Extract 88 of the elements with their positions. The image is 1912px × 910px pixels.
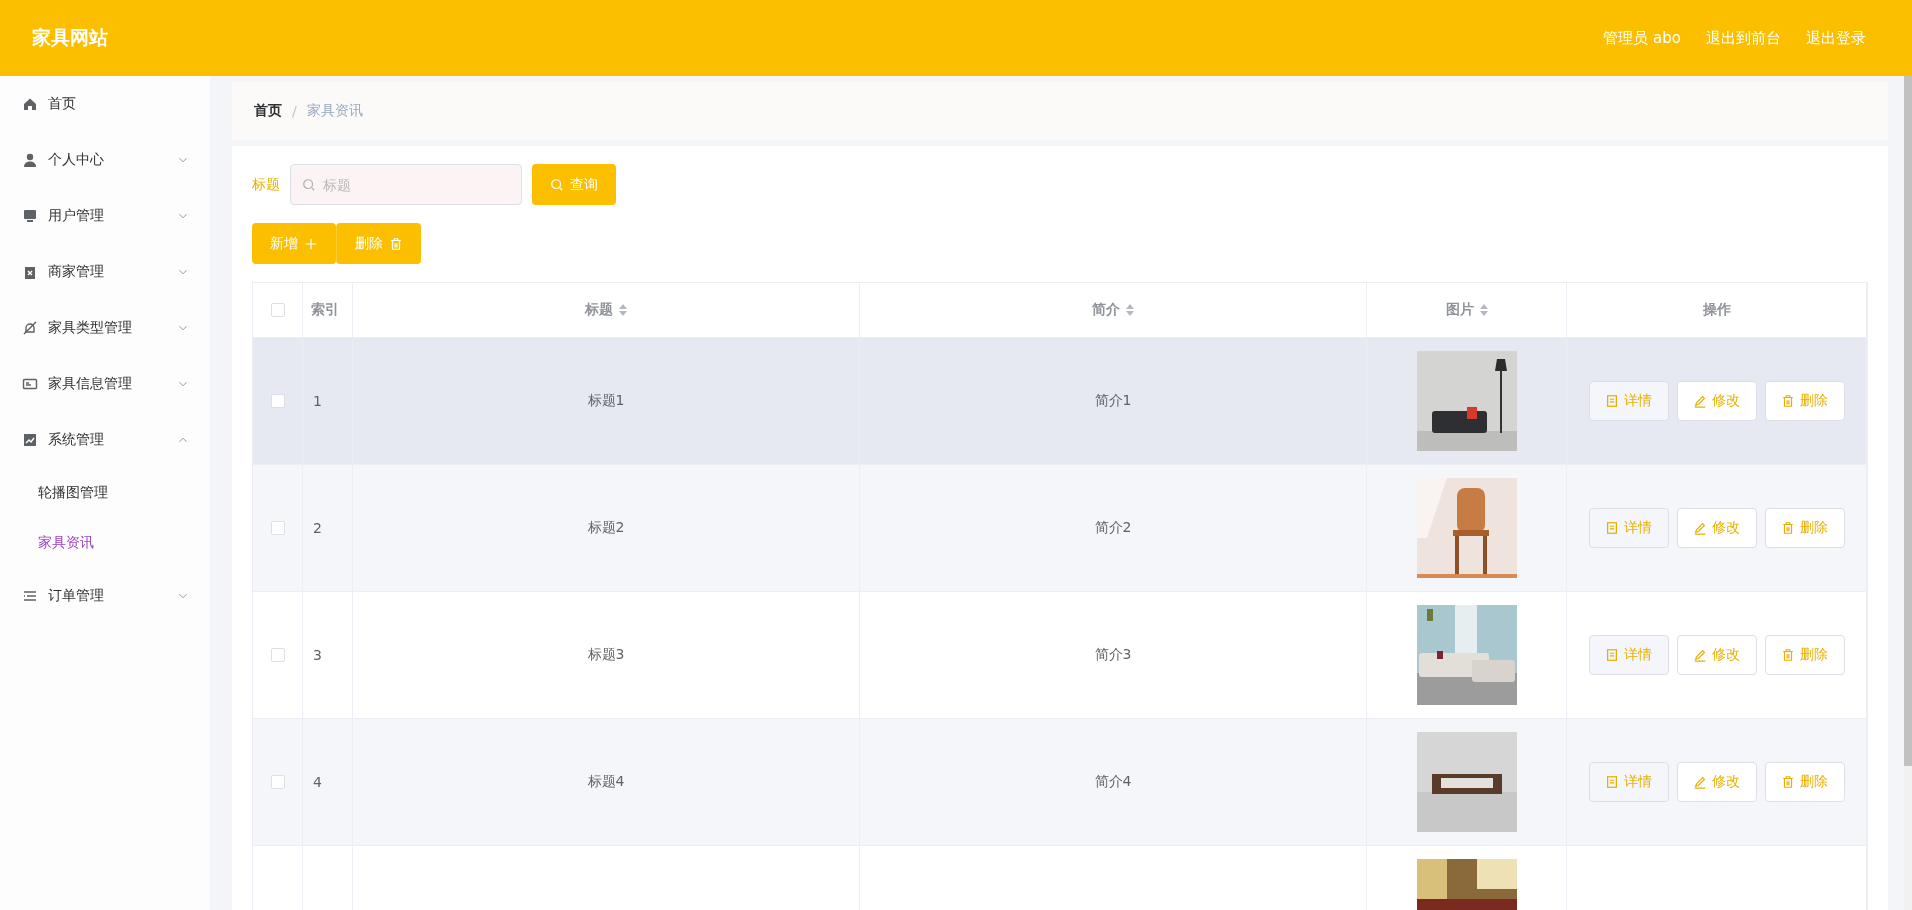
submenu-item[interactable]: 轮播图管理 bbox=[0, 468, 210, 518]
bell-off-icon bbox=[22, 320, 38, 336]
home-icon bbox=[22, 96, 38, 112]
pencil-icon bbox=[1693, 648, 1707, 662]
column-title: 索引 bbox=[311, 301, 339, 319]
header-link[interactable]: 退出到前台 bbox=[1706, 28, 1781, 48]
menu-item[interactable]: 家具信息管理 bbox=[0, 356, 210, 412]
menu-item[interactable]: 家具类型管理 bbox=[0, 300, 210, 356]
search-icon bbox=[550, 177, 564, 192]
delete-button[interactable]: 删除 bbox=[336, 223, 421, 264]
site-title: 家具网站 bbox=[32, 25, 108, 50]
table-row[interactable]: 3 标题3 简介3 详情 修改 删除 bbox=[253, 592, 1867, 719]
table-row[interactable]: 1 标题1 简介1 详情 修改 删除 bbox=[253, 338, 1867, 465]
row-checkbox[interactable] bbox=[270, 775, 285, 789]
menu-item[interactable]: 订单管理 bbox=[0, 568, 210, 624]
title-cell: 标题4 bbox=[587, 773, 625, 791]
trash-icon bbox=[1781, 521, 1795, 535]
trash-icon bbox=[1781, 775, 1795, 789]
monitor-icon bbox=[22, 208, 38, 224]
sort-icon[interactable] bbox=[1479, 304, 1488, 316]
breadcrumb-link[interactable]: 首页 bbox=[254, 102, 282, 120]
pencil-icon bbox=[1693, 775, 1707, 789]
search-label: 标题 bbox=[252, 175, 280, 194]
query-button[interactable]: 查询 bbox=[532, 164, 616, 205]
intro-cell: 简介1 bbox=[1094, 392, 1132, 410]
table-row[interactable]: 4 标题4 简介4 详情 修改 删除 bbox=[253, 719, 1867, 846]
document-icon bbox=[1605, 394, 1619, 408]
menu-item[interactable]: 商家管理 bbox=[0, 244, 210, 300]
row-checkbox[interactable] bbox=[270, 394, 285, 408]
title-cell: 标题2 bbox=[587, 519, 625, 537]
document-icon bbox=[1605, 521, 1619, 535]
row-checkbox[interactable] bbox=[270, 521, 285, 535]
header-link[interactable]: 退出登录 bbox=[1806, 28, 1866, 48]
edit-button[interactable]: 修改 bbox=[1676, 635, 1757, 675]
id-card-icon bbox=[22, 376, 38, 392]
column-title: 图片 bbox=[1445, 301, 1474, 319]
user-icon bbox=[22, 152, 38, 168]
index-cell: 4 bbox=[313, 774, 322, 790]
list-icon bbox=[22, 588, 38, 604]
title-cell: 标题3 bbox=[587, 646, 625, 664]
search-field[interactable]: 标题 bbox=[290, 164, 522, 205]
edit-button[interactable]: 修改 bbox=[1676, 508, 1757, 548]
details-button[interactable]: 详情 bbox=[1588, 508, 1669, 548]
chart-icon bbox=[22, 432, 38, 448]
index-cell: 2 bbox=[313, 520, 322, 536]
trash-icon bbox=[1781, 648, 1795, 662]
sort-icon[interactable] bbox=[619, 304, 627, 316]
details-button[interactable]: 详情 bbox=[1588, 635, 1669, 675]
trash-icon bbox=[1781, 394, 1795, 408]
clipboard-icon bbox=[22, 264, 38, 280]
pencil-icon bbox=[1693, 521, 1707, 535]
intro-cell: 简介3 bbox=[1094, 646, 1132, 664]
submenu-item[interactable]: 家具资讯 bbox=[0, 518, 210, 568]
title-cell: 标题1 bbox=[587, 392, 625, 410]
intro-cell: 简介2 bbox=[1094, 519, 1132, 537]
row-checkbox[interactable] bbox=[270, 648, 285, 662]
add-button[interactable]: 新增 bbox=[252, 223, 336, 264]
document-icon bbox=[1605, 648, 1619, 662]
header-link[interactable]: 管理员 abo bbox=[1603, 28, 1681, 48]
document-icon bbox=[1605, 775, 1619, 789]
breadcrumb-link[interactable]: 家具资讯 bbox=[306, 102, 363, 120]
delete-button[interactable]: 删除 bbox=[1764, 508, 1845, 548]
menu-item[interactable]: 个人中心 bbox=[0, 132, 210, 188]
trash-icon bbox=[389, 236, 403, 251]
search-icon bbox=[302, 178, 316, 192]
edit-button[interactable]: 修改 bbox=[1676, 381, 1757, 421]
edit-button[interactable]: 修改 bbox=[1676, 762, 1757, 802]
select-all-checkbox[interactable] bbox=[270, 303, 285, 317]
table-row[interactable]: 2 标题2 简介2 详情 修改 删除 bbox=[253, 465, 1867, 592]
plus-icon bbox=[304, 236, 318, 251]
breadcrumb-separator: / bbox=[292, 103, 297, 119]
details-button[interactable]: 详情 bbox=[1588, 762, 1669, 802]
delete-button[interactable]: 删除 bbox=[1764, 635, 1845, 675]
details-button[interactable]: 详情 bbox=[1588, 381, 1669, 421]
scrollbar[interactable] bbox=[1904, 76, 1912, 910]
menu-item[interactable]: 首页 bbox=[0, 76, 210, 132]
index-cell: 3 bbox=[313, 647, 322, 663]
column-title: 操作 bbox=[1702, 301, 1731, 319]
delete-button[interactable]: 删除 bbox=[1764, 762, 1845, 802]
menu-item[interactable]: 用户管理 bbox=[0, 188, 210, 244]
menu-item[interactable]: 系统管理 bbox=[0, 412, 210, 468]
column-title: 标题 bbox=[585, 301, 613, 319]
intro-cell: 简介4 bbox=[1094, 773, 1132, 791]
column-title: 简介 bbox=[1092, 301, 1120, 319]
index-cell: 1 bbox=[313, 393, 322, 409]
delete-button[interactable]: 删除 bbox=[1764, 381, 1845, 421]
sort-icon[interactable] bbox=[1126, 304, 1134, 316]
pencil-icon bbox=[1693, 394, 1707, 408]
